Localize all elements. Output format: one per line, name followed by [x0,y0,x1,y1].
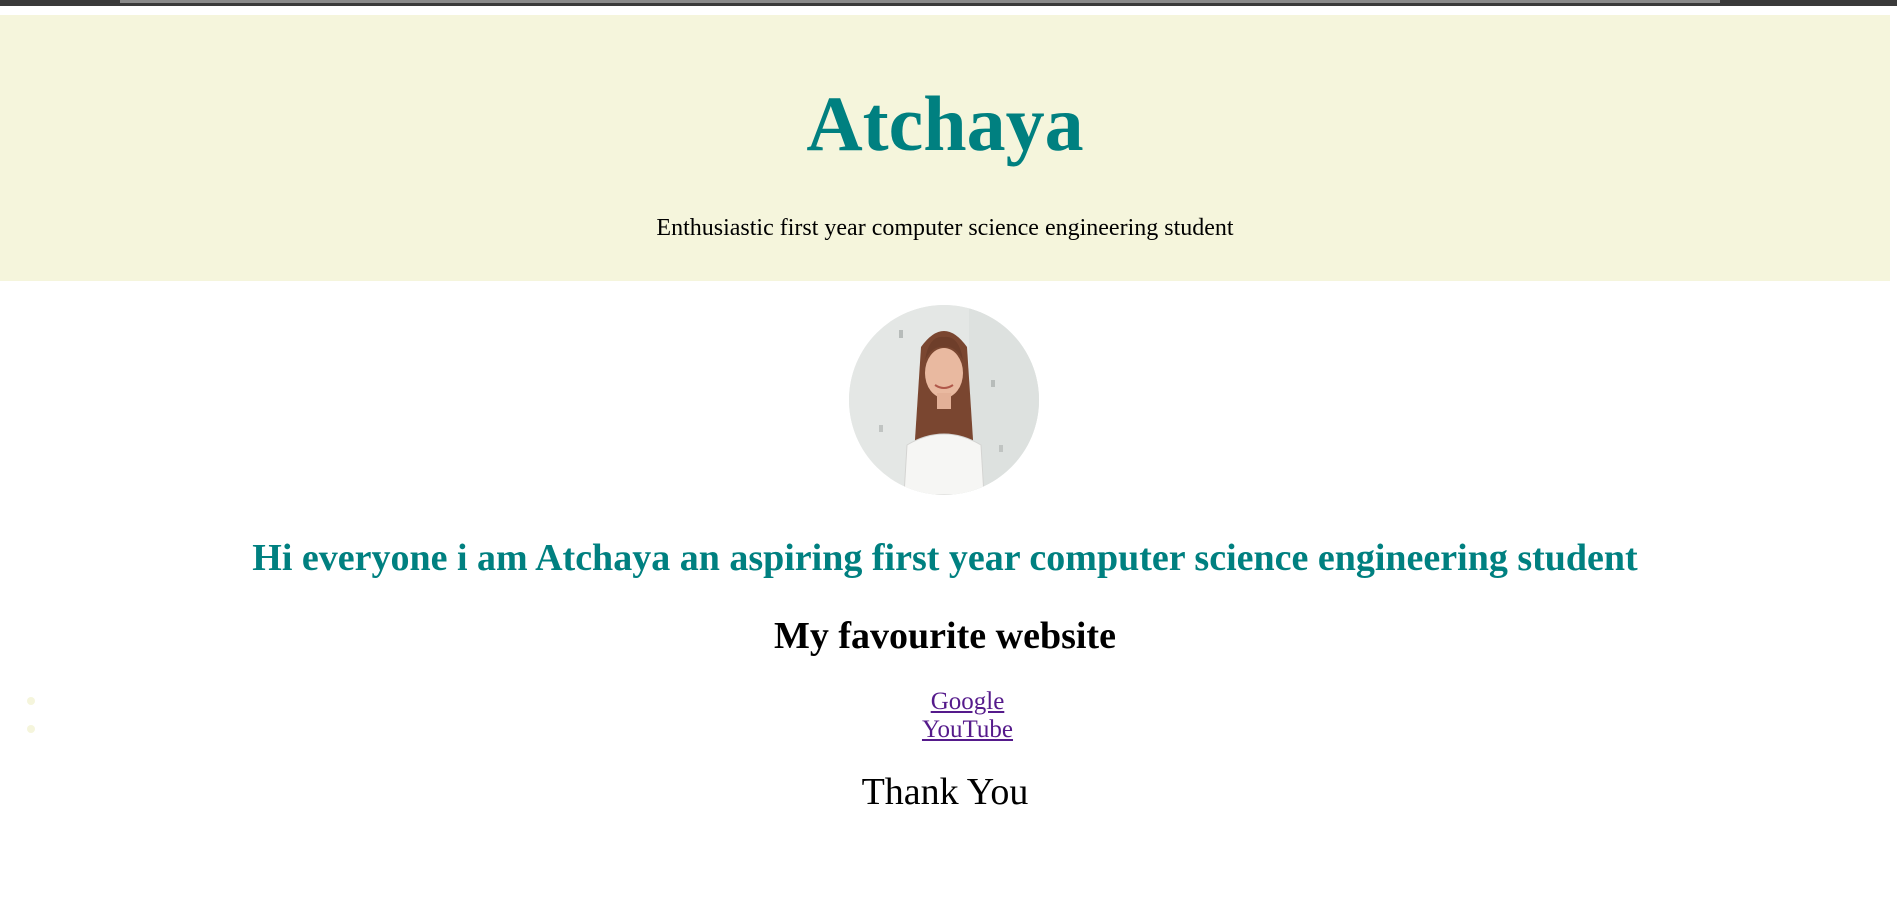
page-header: Atchaya Enthusiastic first year computer… [0,15,1890,281]
window-top-bar [0,0,1897,6]
site-title: Atchaya [806,80,1084,167]
site-tagline: Enthusiastic first year computer science… [656,215,1234,241]
avatar-photo [849,305,1039,495]
favourite-websites-list: Google YouTube [0,688,1897,744]
favourite-websites-heading: My favourite website [774,615,1116,657]
thank-you-text: Thank You [861,771,1029,813]
avatar [849,305,1039,495]
window-top-bar-highlight [120,0,1720,3]
intro-text: Hi everyone i am Atchaya an aspiring fir… [252,537,1638,579]
youtube-link[interactable]: YouTube [0,716,1897,744]
google-link[interactable]: Google [0,688,1897,716]
